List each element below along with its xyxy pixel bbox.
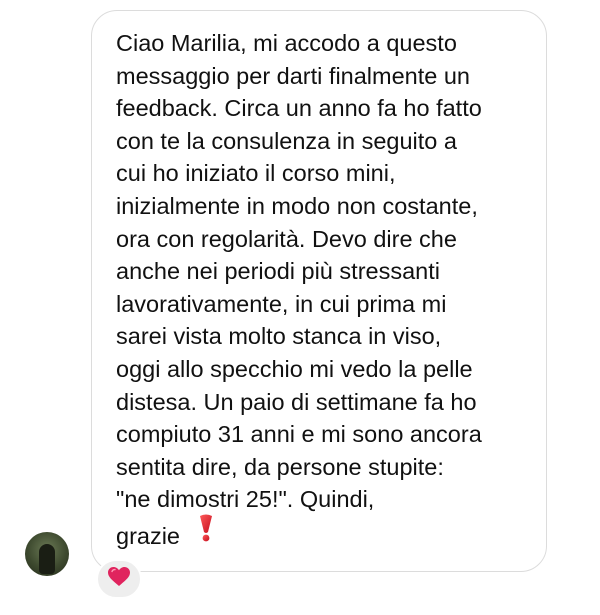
sender-avatar[interactable] [25, 532, 69, 576]
message-line: messaggio per darti finalmente un [116, 62, 471, 89]
message-line: feedback. Circa un anno fa ho fatto [116, 95, 482, 122]
heart-reaction[interactable] [96, 559, 142, 599]
message-line: sarei vista molto stanca in viso, [116, 323, 442, 350]
message-line: inizialmente in modo non costante, [116, 192, 478, 219]
message-line: distesa. Un paio di settimane fa ho [116, 388, 477, 415]
message-last-line: grazie [116, 514, 536, 553]
message-text: Ciao Marilia, mi accodo a questo messagg… [116, 27, 536, 553]
message-line: sentita dire, da persone stupite: [116, 453, 444, 480]
message-line: oggi allo specchio mi vedo la pelle [116, 355, 473, 382]
avatar-figure [39, 544, 55, 574]
message-line: ora con regolarità. Devo dire che [116, 225, 457, 252]
message-line: cui ho iniziato il corso mini, [116, 160, 396, 187]
message-line: con te la consulenza in seguito a [116, 127, 457, 154]
message-line: grazie [116, 522, 181, 549]
message-line: anche nei periodi più stressanti [116, 258, 440, 285]
red-exclamation-icon [197, 514, 215, 542]
message-line: "ne dimostri 25!". Quindi, [116, 486, 375, 513]
message-line: lavorativamente, in cui prima mi [116, 290, 447, 317]
message-line: Ciao Marilia, mi accodo a questo [116, 30, 457, 56]
red-heart-icon [108, 566, 130, 592]
message-line: compiuto 31 anni e mi sono ancora [116, 421, 482, 448]
